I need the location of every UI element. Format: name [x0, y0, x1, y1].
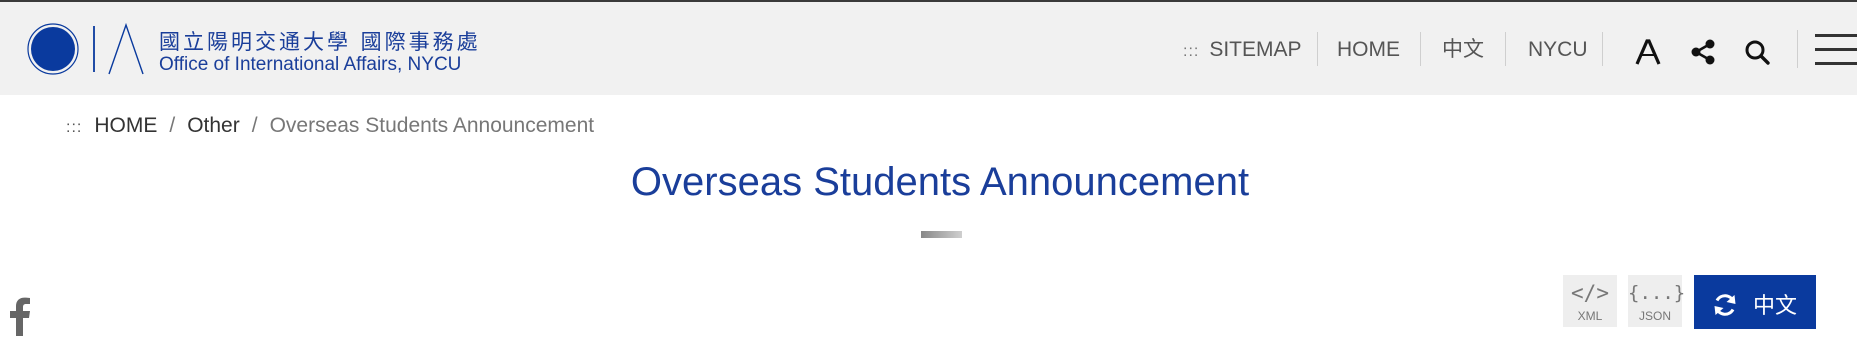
site-header: 國立陽明交通大學 國際事務處 Office of International A… — [0, 2, 1857, 95]
page-title: Overseas Students Announcement — [630, 160, 1250, 204]
switch-language-button[interactable]: 中文 — [1694, 275, 1816, 329]
nav-divider — [1420, 32, 1421, 66]
nycu-logo[interactable] — [26, 22, 150, 78]
share-icon[interactable] — [1689, 38, 1717, 66]
logo-name-zh[interactable]: 國立陽明交通大學 國際事務處 — [159, 26, 481, 56]
nav-home[interactable]: HOME — [1337, 32, 1400, 68]
nav-sitemap[interactable]: ::: SITEMAP — [1183, 32, 1302, 68]
breadcrumb-separator: / — [251, 114, 258, 137]
switch-language-label: 中文 — [1753, 294, 1798, 319]
braces-icon: {...} — [1628, 282, 1686, 304]
code-icon: </> — [1571, 281, 1609, 305]
breadcrumb-access-key[interactable]: ::: — [66, 119, 82, 136]
breadcrumb: ::: HOME / Other / Overseas Students Announce… — [66, 114, 594, 138]
breadcrumb-other[interactable]: Other — [187, 114, 240, 137]
json-feed-button[interactable]: {...} JSON — [1628, 275, 1686, 327]
json-label: JSON — [1638, 309, 1671, 323]
nav-access-key[interactable]: ::: — [1183, 43, 1199, 60]
nav-divider — [1602, 32, 1603, 66]
nav-divider — [1505, 32, 1506, 66]
search-icon[interactable] — [1743, 38, 1771, 66]
breadcrumb-home[interactable]: HOME — [94, 114, 157, 137]
refresh-icon — [1714, 294, 1736, 316]
xml-feed-button[interactable]: </> XML — [1563, 275, 1617, 327]
nav-divider — [1317, 32, 1318, 66]
menu-icon[interactable] — [1815, 34, 1857, 68]
breadcrumb-separator: / — [169, 114, 176, 137]
nav-nycu[interactable]: NYCU — [1528, 32, 1588, 68]
breadcrumb-current: Overseas Students Announcement — [269, 114, 595, 137]
facebook-icon[interactable] — [8, 296, 32, 336]
nav-sitemap-label: SITEMAP — [1209, 38, 1302, 61]
nav-chinese[interactable]: 中文 — [1442, 32, 1484, 68]
font-size-icon[interactable] — [1634, 38, 1662, 66]
menu-divider — [1797, 30, 1798, 68]
logo-name-en[interactable]: Office of International Affairs, NYCU — [159, 54, 461, 76]
title-underline — [921, 231, 962, 238]
xml-label: XML — [1577, 309, 1603, 323]
